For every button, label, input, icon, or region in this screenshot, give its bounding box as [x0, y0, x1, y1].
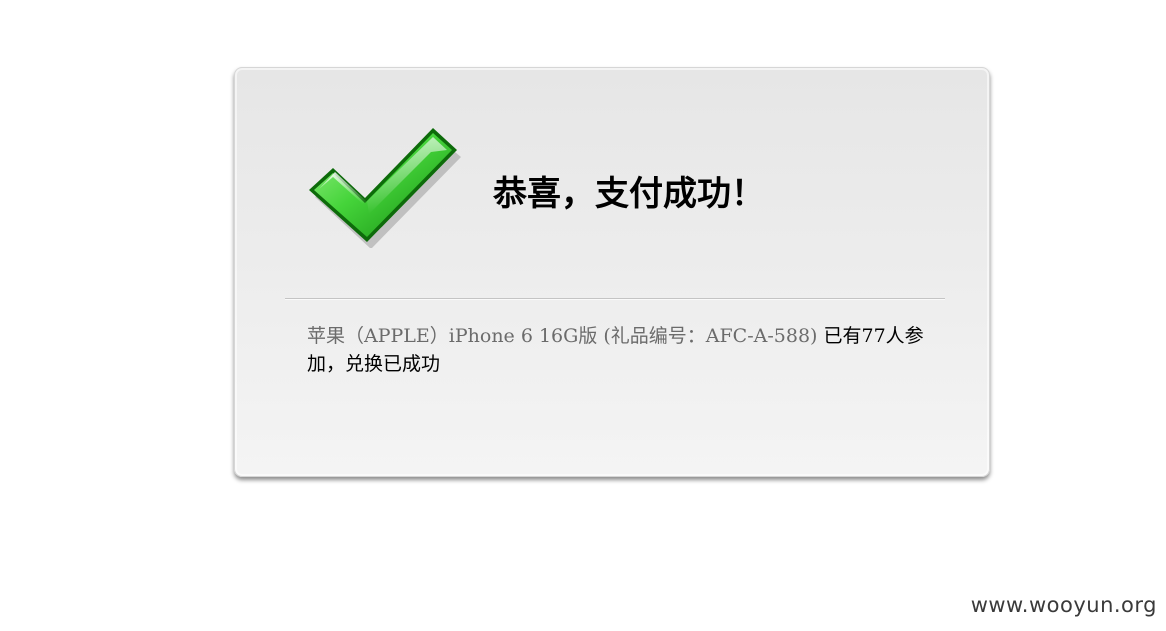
product-description: 苹果（APPLE）iPhone 6 16G版 (礼品编号：AFC-A-588) — [307, 325, 818, 347]
redemption-message: 苹果（APPLE）iPhone 6 16G版 (礼品编号：AFC-A-588) … — [307, 322, 927, 378]
green-checkmark-icon — [309, 128, 461, 248]
payment-success-card: 恭喜，支付成功！ 苹果（APPLE）iPhone 6 16G版 (礼品编号：AF… — [234, 67, 990, 477]
watermark: www.wooyun.org — [970, 593, 1157, 617]
success-title: 恭喜，支付成功！ — [493, 174, 765, 214]
divider — [285, 298, 945, 300]
